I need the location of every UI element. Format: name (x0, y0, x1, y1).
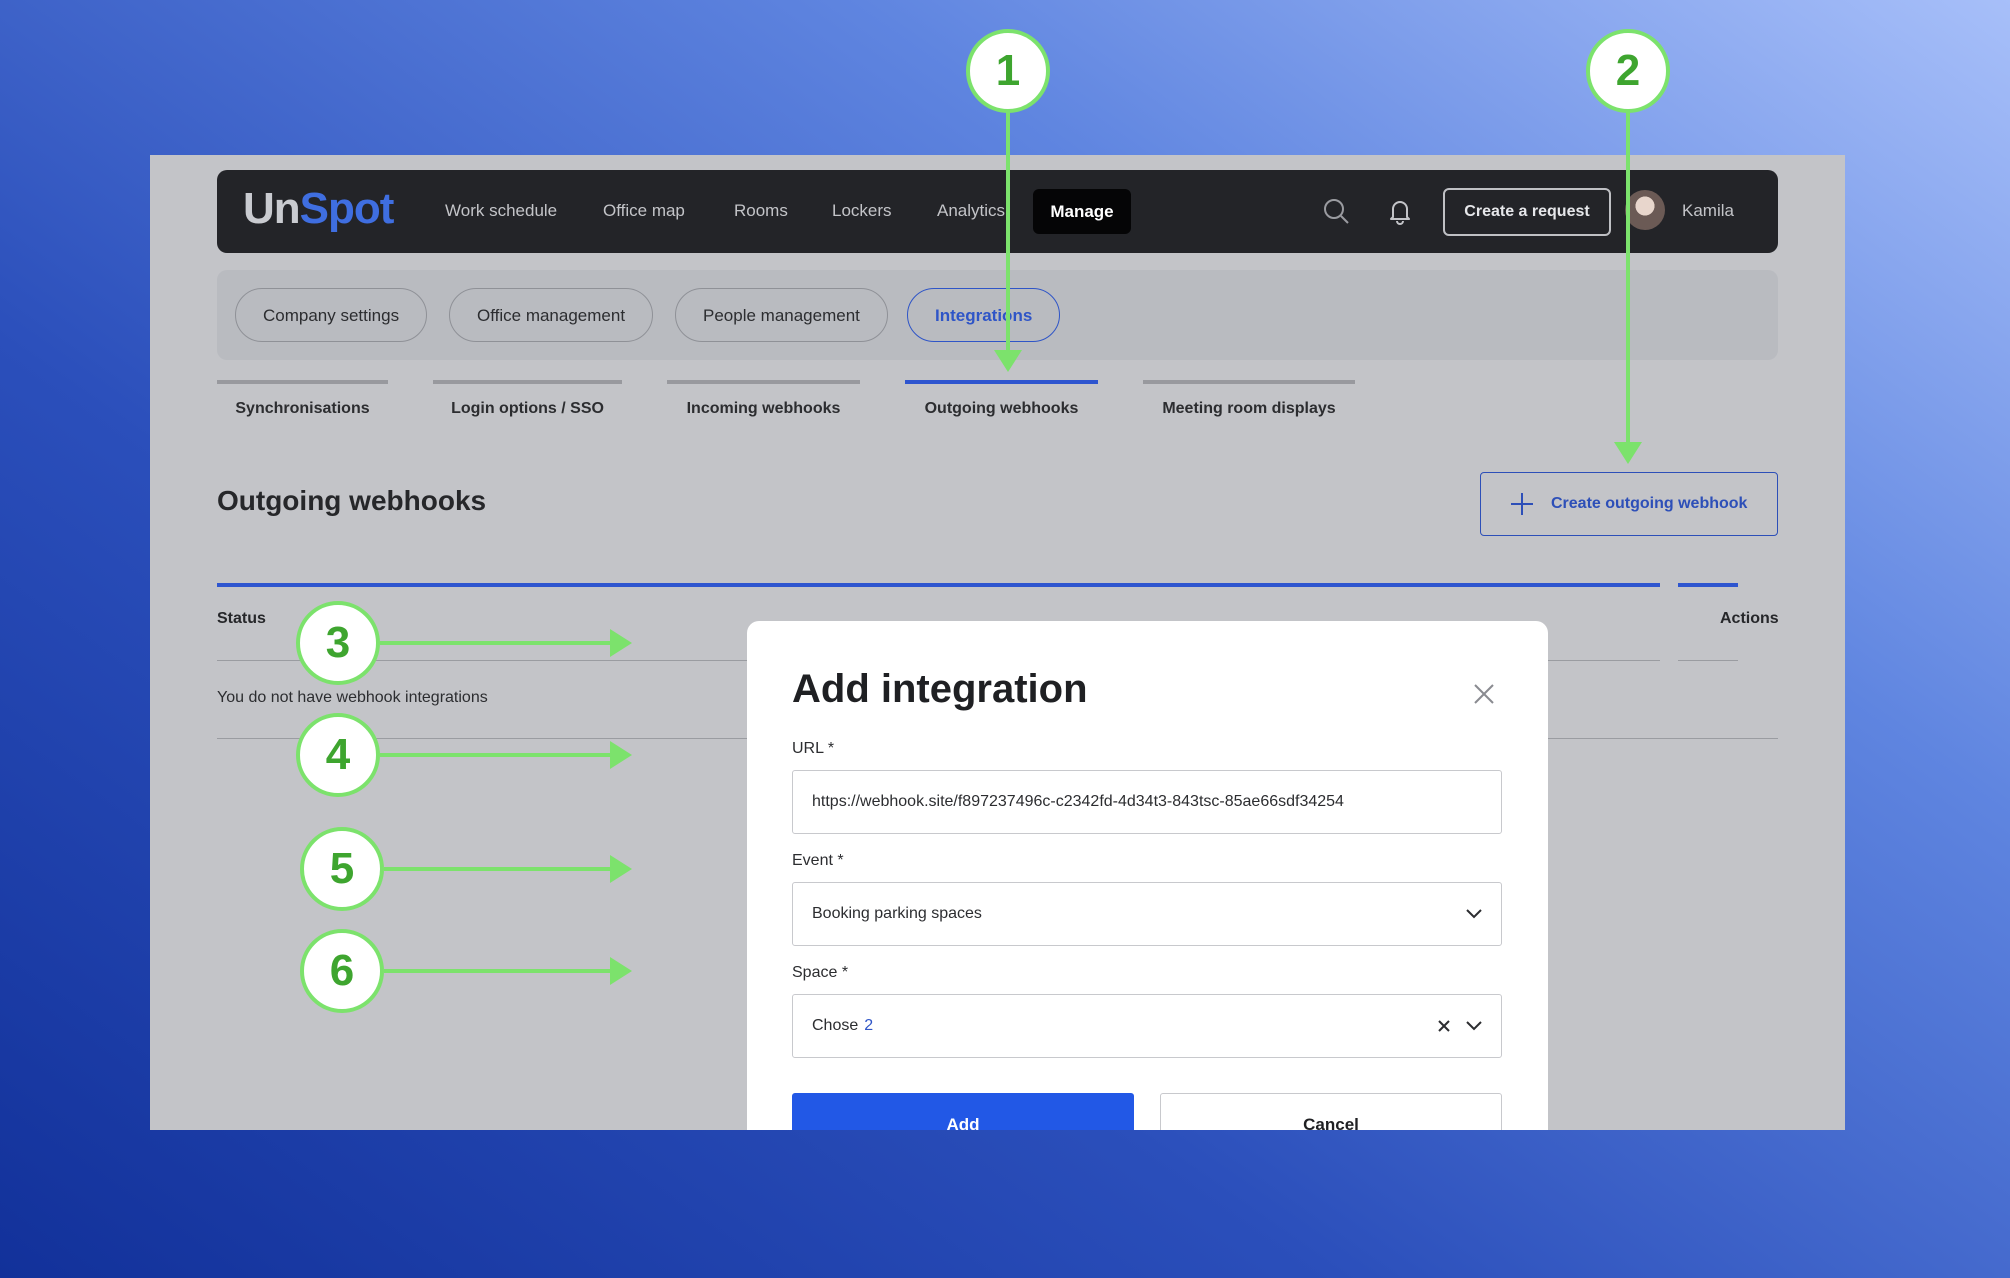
annotation-marker-5: 5 (300, 827, 384, 911)
annotation-marker-1: 1 (966, 29, 1050, 113)
annotation-marker-4: 4 (296, 713, 380, 797)
annotation-marker-3: 3 (296, 601, 380, 685)
annotation-marker-6: 6 (300, 929, 384, 1013)
annotation-marker-2: 2 (1586, 29, 1670, 113)
